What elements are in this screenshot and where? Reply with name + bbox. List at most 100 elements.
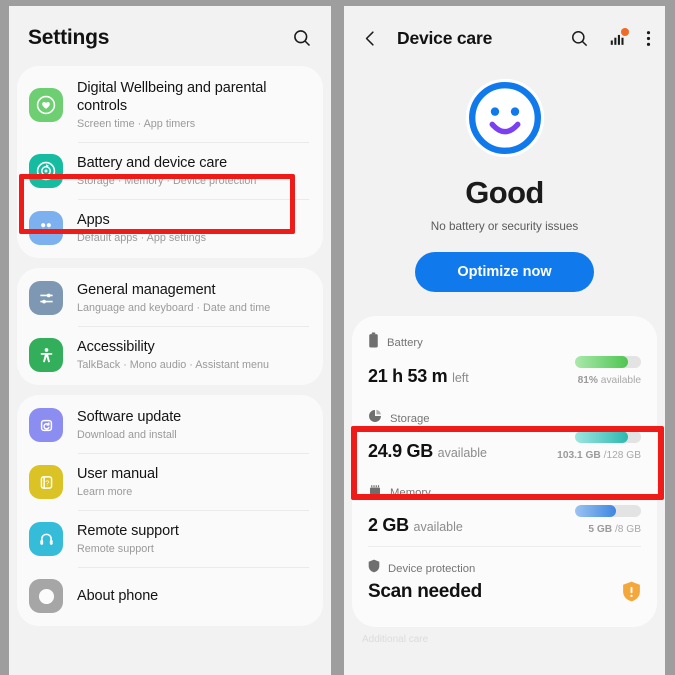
- metric-right: 103.1 GB /128 GB: [557, 431, 641, 462]
- metric-note: 103.1 GB /128 GB: [557, 450, 641, 461]
- metric-head: Memory: [368, 484, 641, 502]
- settings-row-subtitle: Learn more: [77, 486, 133, 498]
- overflow-menu-icon[interactable]: [646, 29, 651, 48]
- metric-body: 21 h 53 m left 81% available: [368, 356, 641, 387]
- memory-progress-bar: [575, 505, 641, 517]
- settings-row-general-management[interactable]: General management Language and keyboard…: [17, 270, 323, 326]
- device-care-header: Device care: [344, 6, 665, 67]
- row-text: Digital Wellbeing and parental controls …: [77, 79, 309, 131]
- svg-text:?: ?: [45, 478, 49, 487]
- settings-row-accessibility[interactable]: Accessibility TalkBack · Mono audio · As…: [17, 327, 323, 383]
- settings-group-1: Digital Wellbeing and parental controls …: [17, 66, 323, 258]
- settings-row-title: Digital Wellbeing and parental controls: [77, 80, 267, 114]
- storage-progress-bar: [575, 431, 641, 443]
- settings-row-subtitle: Download and install: [77, 429, 177, 441]
- search-icon[interactable]: [292, 28, 312, 48]
- back-chevron-icon[interactable]: [361, 29, 380, 48]
- memory-progress-fill: [575, 505, 616, 517]
- metric-head: Battery: [368, 332, 641, 353]
- search-icon[interactable]: [570, 29, 589, 48]
- metric-value: 2 GB available: [368, 515, 463, 536]
- metric-label: Memory: [390, 487, 431, 499]
- device-care-metrics-card: Battery 21 h 53 m left 81% available Sto…: [352, 316, 657, 627]
- settings-row-battery-device-care[interactable]: Battery and device care Storage · Memory…: [17, 143, 323, 199]
- metric-value: 21 h 53 m left: [368, 366, 469, 387]
- metric-body: Scan needed: [368, 581, 641, 603]
- metric-label: Device protection: [388, 562, 476, 575]
- settings-row-remote-support[interactable]: Remote support Remote support: [17, 511, 323, 567]
- settings-row-title: General management: [77, 282, 216, 298]
- shield-icon: [368, 559, 380, 578]
- page-title: Device care: [397, 28, 493, 48]
- settings-row-about-phone[interactable]: About phone: [17, 568, 323, 624]
- settings-row-subtitle: Language and keyboard · Date and time: [77, 302, 271, 314]
- settings-screen: Settings Digital Wellbeing and parental …: [0, 0, 338, 675]
- metric-note-weak: /128 GB: [600, 450, 641, 461]
- metric-right: 5 GB /8 GB: [575, 505, 641, 536]
- apps-grid-icon: [29, 211, 63, 245]
- smiley-face-icon: [344, 77, 665, 159]
- metric-note-bold: 81%: [577, 375, 598, 386]
- battery-icon: [368, 332, 379, 353]
- storage-pie-icon: [368, 409, 382, 428]
- metric-note-bold: 5 GB: [588, 524, 613, 535]
- page-title: Settings: [28, 26, 110, 49]
- header-actions: [570, 28, 651, 48]
- settings-group-2: General management Language and keyboard…: [17, 268, 323, 385]
- metric-label: Storage: [390, 412, 430, 425]
- metric-row-battery[interactable]: Battery 21 h 53 m left 81% available: [352, 320, 657, 397]
- metric-value: 24.9 GB available: [368, 441, 487, 462]
- device-care-screen-inner: Device care Good No battery or security …: [344, 6, 665, 675]
- metric-note-weak: /8 GB: [612, 524, 641, 535]
- warning-shield-icon: [622, 581, 641, 603]
- device-status-hero: Good No battery or security issues Optim…: [344, 67, 665, 292]
- settings-row-software-update[interactable]: Software update Download and install: [17, 397, 323, 453]
- sliders-icon: [29, 281, 63, 315]
- optimize-now-button[interactable]: Optimize now: [415, 252, 594, 292]
- metric-note-bold: 103.1 GB: [557, 450, 601, 461]
- settings-row-apps[interactable]: Apps Default apps · App settings: [17, 200, 323, 256]
- metric-row-memory[interactable]: Memory 2 GB available 5 GB /8 GB: [352, 472, 657, 546]
- info-icon: [29, 579, 63, 613]
- memory-chip-icon: [368, 484, 382, 502]
- bar-chart-icon[interactable]: [608, 28, 629, 48]
- metric-value-suffix: available: [413, 520, 463, 534]
- settings-row-subtitle: TalkBack · Mono audio · Assistant menu: [77, 359, 270, 371]
- manual-book-icon: ?: [29, 465, 63, 499]
- metric-head: Storage: [368, 409, 641, 428]
- settings-row-title: User manual: [77, 466, 159, 482]
- row-text: About phone: [77, 587, 309, 605]
- settings-row-subtitle: Default apps · App settings: [77, 232, 207, 244]
- headset-icon: [29, 522, 63, 556]
- row-text: Software update Download and install: [77, 408, 309, 442]
- metric-row-device-protection[interactable]: Device protection Scan needed: [352, 547, 657, 613]
- metric-note: 81% available: [575, 375, 641, 386]
- settings-row-subtitle: Remote support: [77, 543, 154, 555]
- metric-note: 5 GB /8 GB: [575, 524, 641, 535]
- metric-head: Device protection: [368, 559, 641, 578]
- metric-row-storage[interactable]: Storage 24.9 GB available 103.1 GB /128 …: [352, 397, 657, 472]
- row-text: Accessibility TalkBack · Mono audio · As…: [77, 338, 309, 372]
- metric-right: 81% available: [575, 356, 641, 387]
- settings-row-title: Battery and device care: [77, 155, 228, 171]
- settings-group-3: Software update Download and install ? U…: [17, 395, 323, 626]
- settings-row-title: Software update: [77, 409, 182, 425]
- wellbeing-heart-icon: [29, 88, 63, 122]
- battery-progress-bar: [575, 356, 641, 368]
- software-update-icon: [29, 408, 63, 442]
- battery-progress-fill: [575, 356, 629, 368]
- metric-note-weak: available: [597, 375, 641, 386]
- metric-label: Battery: [387, 336, 423, 349]
- settings-row-subtitle: Screen time · App timers: [77, 118, 196, 130]
- metric-body: 2 GB available 5 GB /8 GB: [368, 505, 641, 536]
- settings-row-title: Remote support: [77, 523, 179, 539]
- protection-status: Scan needed: [368, 581, 482, 602]
- settings-row-digital-wellbeing[interactable]: Digital Wellbeing and parental controls …: [17, 68, 323, 142]
- storage-progress-fill: [575, 431, 629, 443]
- settings-header: Settings: [9, 6, 331, 66]
- settings-row-title: About phone: [77, 588, 159, 604]
- row-text: Apps Default apps · App settings: [77, 211, 309, 245]
- settings-row-user-manual[interactable]: ? User manual Learn more: [17, 454, 323, 510]
- device-care-screen: Device care Good No battery or security …: [338, 0, 675, 675]
- row-text: Remote support Remote support: [77, 522, 309, 556]
